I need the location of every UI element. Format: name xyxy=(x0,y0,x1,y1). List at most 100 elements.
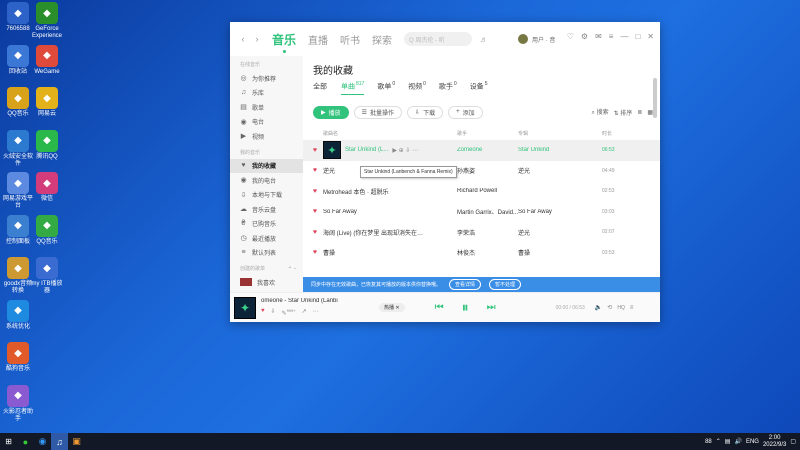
subtab[interactable]: 歌单0 xyxy=(377,81,395,91)
subtab[interactable]: 设备5 xyxy=(470,81,488,91)
tab-music[interactable]: 音乐 xyxy=(272,31,296,53)
download-button[interactable]: ⇩ 下载 xyxy=(407,105,444,119)
header-title[interactable]: 歌曲名 xyxy=(319,130,457,137)
song-title-cell[interactable]: So Far Away xyxy=(319,209,457,215)
sidebar-item[interactable]: ◉ 电台 xyxy=(230,115,303,130)
like-icon[interactable]: ♥ xyxy=(261,308,265,317)
sidebar-item[interactable]: ◉ 我的电台 xyxy=(230,173,303,188)
mail-icon[interactable]: ✉ xyxy=(595,32,602,41)
qqmusic-icon[interactable]: ♫ xyxy=(51,433,68,450)
volume-icon[interactable]: 🔈 xyxy=(595,304,602,311)
settings-icon[interactable]: ⚙ xyxy=(581,32,588,41)
song-artist[interactable]: Zomeone xyxy=(457,147,518,153)
song-album[interactable]: 逆光 xyxy=(518,166,602,175)
playlist-icon[interactable]: ≡ xyxy=(630,305,634,311)
song-artist[interactable]: 李荣浩 xyxy=(457,228,518,237)
desktop-icon[interactable]: ◆ 系统优化 xyxy=(1,299,35,331)
desktop-icon[interactable]: ◆ 酷狗音乐 xyxy=(1,342,35,373)
song-album[interactable]: So Far Away xyxy=(518,209,602,215)
close-icon[interactable]: ✕ xyxy=(647,32,654,41)
sidebar-item[interactable]: ⇩ 本地与下载 xyxy=(230,188,303,203)
song-artist[interactable]: 孙燕姿 xyxy=(457,166,518,175)
badge[interactable]: 热播 ✕ xyxy=(379,303,405,312)
header-duration[interactable]: 时长 xyxy=(602,130,642,137)
desktop-icon[interactable]: ◆ 火影忍者助手 xyxy=(1,384,35,423)
heart-icon[interactable]: ♥ xyxy=(303,249,319,256)
song-title-cell[interactable]: 曹操 xyxy=(319,248,457,257)
song-title-cell[interactable]: ✦ Star Unkind (L... ▶ ⊕ ⇩ ⋯ xyxy=(319,141,457,160)
sidebar-item[interactable]: ₴ 已购音乐 xyxy=(230,217,303,232)
add-playlist-icon[interactable]: + ⌄ xyxy=(289,265,298,272)
table-row[interactable]: ♥ 海阔 (Live) (你在梦里 出现却消失在… 李荣浩 逆光 02:07 xyxy=(303,222,660,243)
subtab[interactable]: 歌手0 xyxy=(439,81,457,91)
tray-up-icon[interactable]: ⌃ xyxy=(716,438,721,445)
wechat-icon[interactable]: ● xyxy=(17,433,34,450)
menu-icon[interactable]: ≡ xyxy=(609,32,614,41)
minimize-icon[interactable]: — xyxy=(620,32,628,41)
heart-icon[interactable]: ♥ xyxy=(303,147,319,154)
add-button[interactable]: + 添加 xyxy=(448,105,483,119)
start-icon[interactable]: ⊞ xyxy=(0,433,17,450)
song-album[interactable]: 曹操 xyxy=(518,248,602,257)
scrollbar[interactable] xyxy=(653,78,657,118)
tab-explore[interactable]: 探索 xyxy=(372,32,392,47)
table-row[interactable]: ♥ So Far Away Martin Garrix、David... So Far… xyxy=(303,202,660,223)
next-icon[interactable]: ⏭ xyxy=(487,302,496,313)
now-playing-cover[interactable]: ✦ xyxy=(234,296,256,319)
table-row[interactable]: ♥ Metrohead 本色 · 超脱乐 Richard Powell 02:53 xyxy=(303,181,660,202)
tab-live[interactable]: 直播 xyxy=(308,32,328,47)
heart-icon[interactable]: ♥ xyxy=(303,188,319,195)
more-icon[interactable]: ⋯ xyxy=(313,308,319,317)
clock[interactable]: 2:00 2022/9/3 xyxy=(763,435,786,449)
app-icon[interactable]: ▣ xyxy=(68,433,85,450)
song-artist[interactable]: 林俊杰 xyxy=(457,248,518,257)
subtab[interactable]: 全部 xyxy=(313,81,328,91)
sidebar-item[interactable]: ◎ 为你推荐 xyxy=(230,71,303,86)
notice-view-button[interactable]: 查看详情 xyxy=(449,279,482,290)
search-list-button[interactable]: ⌕ 搜索 xyxy=(592,107,609,117)
mode-icon[interactable]: ⟲ xyxy=(607,304,612,311)
notification-icon[interactable]: ▢ xyxy=(790,438,796,445)
header-album[interactable]: 专辑 xyxy=(518,130,602,137)
quality-icon[interactable]: HQ xyxy=(617,305,625,311)
sidebar-item[interactable]: ◷ 最近播放 xyxy=(230,231,303,246)
avatar[interactable] xyxy=(518,34,529,44)
notice-ignore-button[interactable]: 暂不处理 xyxy=(489,279,522,290)
sidebar-item[interactable]: ♥ 我的收藏 xyxy=(230,158,303,173)
song-artist[interactable]: Martin Garrix、David... xyxy=(457,207,518,216)
play-all-button[interactable]: ▶ 播放 xyxy=(313,105,349,119)
subtab[interactable]: 单曲817 xyxy=(341,81,365,96)
desktop-icon[interactable]: ◆ 腾讯QQ xyxy=(30,129,64,161)
skin-icon[interactable]: ♡ xyxy=(567,32,574,41)
prev-icon[interactable]: ⏮ xyxy=(435,302,444,313)
mic-icon[interactable]: ♬ xyxy=(480,35,488,44)
sidebar-item[interactable]: ♫ 乐库 xyxy=(230,86,303,101)
sidebar-item[interactable]: ☁ 音乐云盘 xyxy=(230,202,303,217)
sidebar-item[interactable]: ▶ 视频 xyxy=(230,129,303,144)
header-artist[interactable]: 歌手 xyxy=(457,130,518,137)
table-row[interactable]: ♥ ✦ Star Unkind (L... ▶ ⊕ ⇩ ⋯ Zomeone Star Un… xyxy=(303,140,660,161)
language-indicator[interactable]: ENG xyxy=(746,439,759,445)
comment-icon[interactable]: ✎999+ xyxy=(282,308,296,317)
download-icon[interactable]: ⇩ xyxy=(271,308,276,317)
table-row[interactable]: ♥ 逆光 孙燕姿 逆光 04:49 xyxy=(303,161,660,182)
back-button[interactable]: ‹ xyxy=(236,34,250,44)
tab-audiobook[interactable]: 听书 xyxy=(340,32,360,47)
browser-icon[interactable]: ◉ xyxy=(34,433,51,450)
heart-icon[interactable]: ♥ xyxy=(303,229,319,236)
song-title-cell[interactable]: 海阔 (Live) (你在梦里 出现却消失在… xyxy=(319,228,457,237)
subtab[interactable]: 视频0 xyxy=(408,81,426,91)
list-view-icon[interactable]: ≣ xyxy=(637,109,642,116)
song-artist[interactable]: Richard Powell xyxy=(457,188,518,194)
network-icon[interactable]: ▤ xyxy=(725,438,731,445)
desktop-icon[interactable]: ◆ WeGame xyxy=(30,44,64,76)
desktop-icon[interactable]: ◆ 微信 xyxy=(30,172,64,203)
pause-icon[interactable]: ⏸ xyxy=(462,299,469,316)
sidebar-item[interactable]: ≡ 默认列表 xyxy=(230,246,303,261)
desktop-icon[interactable]: ◆ 网易云 xyxy=(30,87,64,118)
maximize-icon[interactable]: □ xyxy=(635,32,640,41)
volume-tray-icon[interactable]: 🔊 xyxy=(734,438,741,445)
desktop-icon[interactable]: ◆ GeForce Experience xyxy=(30,2,64,40)
now-playing-title[interactable]: omeone - Star Unkind (Lanbi xyxy=(261,298,371,304)
batch-button[interactable]: ☰ 批量操作 xyxy=(353,105,403,119)
